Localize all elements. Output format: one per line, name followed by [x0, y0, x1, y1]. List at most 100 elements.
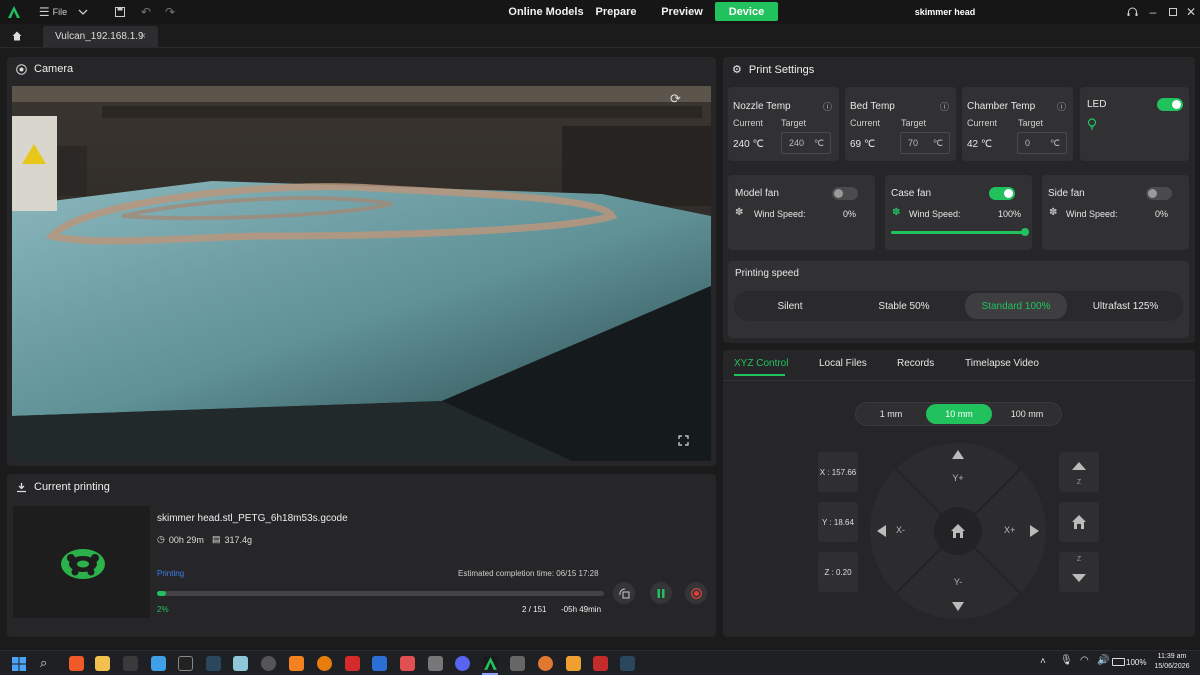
x-minus-label[interactable]: X-	[896, 525, 905, 535]
app-icon-5[interactable]	[372, 656, 387, 671]
epic-games-icon[interactable]	[178, 656, 193, 671]
case-fan-slider-thumb[interactable]	[1021, 228, 1029, 236]
nozzle-current-temp: 240 ℃	[733, 139, 764, 150]
z-up-button[interactable]: Z	[1059, 452, 1099, 492]
app-icon-8[interactable]	[538, 656, 553, 671]
app-icon-10[interactable]	[593, 656, 608, 671]
x-plus-arrow-icon[interactable]	[1028, 523, 1040, 539]
app-icon-7[interactable]	[510, 656, 525, 671]
nav-preview[interactable]: Preview	[656, 2, 708, 21]
battery-icon[interactable]	[1112, 658, 1125, 666]
speed-option-silent[interactable]: Silent	[737, 293, 843, 319]
step-100mm[interactable]: 100 mm	[995, 404, 1059, 424]
y-minus-arrow-icon[interactable]	[948, 600, 968, 612]
nav-device[interactable]: Device	[715, 2, 778, 21]
undo-icon[interactable]: ↶	[137, 0, 155, 24]
clock[interactable]: 11:39 am 15/06/2026	[1152, 652, 1192, 672]
remote-desktop-icon[interactable]	[233, 656, 248, 671]
x-minus-arrow-icon[interactable]	[876, 523, 888, 539]
chamber-temp-card: Chamber Temp ⓘ Current Target 42 ℃ 0 ℃	[962, 87, 1073, 161]
y-plus-label[interactable]: Y+	[940, 473, 976, 483]
wifi-icon[interactable]: ◠	[1080, 655, 1089, 666]
home-z-button[interactable]	[1059, 502, 1099, 542]
refresh-camera-icon[interactable]: ⟳	[670, 91, 686, 107]
info-icon[interactable]: ⓘ	[823, 100, 832, 113]
gimp-icon[interactable]	[428, 656, 443, 671]
maximize-icon[interactable]	[1166, 0, 1180, 24]
tab-records[interactable]: Records	[897, 358, 934, 369]
close-window-icon[interactable]: ✕	[1184, 0, 1198, 24]
led-toggle[interactable]	[1157, 98, 1183, 111]
wind-speed-label: Wind Speed:	[754, 209, 806, 219]
file-explorer-icon[interactable]	[95, 656, 110, 671]
app-icon-6[interactable]	[400, 656, 415, 671]
target-label: Target	[781, 118, 807, 128]
tab-local-files[interactable]: Local Files	[819, 358, 867, 369]
time-remaining: -05h 49min	[561, 605, 602, 614]
app-icon-9[interactable]	[566, 656, 581, 671]
headset-icon[interactable]	[1124, 0, 1140, 24]
gcode-file-name: skimmer head.stl_PETG_6h18m53s.gcode	[157, 513, 348, 524]
side-fan-toggle[interactable]	[1146, 187, 1172, 200]
chamber-target-input[interactable]: 0 ℃	[1017, 132, 1067, 154]
fullscreen-icon[interactable]	[678, 435, 689, 449]
pause-button[interactable]	[650, 582, 672, 604]
tray-chevron-icon[interactable]: ˄	[1040, 656, 1046, 667]
app-icon-1[interactable]	[123, 656, 138, 671]
stop-button[interactable]	[685, 582, 707, 604]
unit-label: ℃	[932, 137, 943, 148]
discord-icon[interactable]	[455, 656, 470, 671]
xy-joystick: Y+ Y- X- X+	[870, 443, 1046, 619]
home-icon[interactable]	[8, 24, 26, 48]
step-1mm[interactable]: 1 mm	[858, 404, 924, 424]
microphone-icon[interactable]: 🎙	[1060, 655, 1073, 666]
x-plus-label[interactable]: X+	[1004, 525, 1015, 535]
y-plus-arrow-icon[interactable]	[948, 449, 968, 463]
slicer-app-icon[interactable]	[483, 656, 498, 671]
blender-icon[interactable]	[317, 656, 332, 671]
app-icon-4[interactable]	[345, 656, 360, 671]
y-minus-label[interactable]: Y-	[940, 577, 976, 587]
bed-target-value: 70	[908, 138, 919, 148]
speed-option-ultrafast[interactable]: Ultrafast 125%	[1071, 293, 1180, 319]
speed-option-stable[interactable]: Stable 50%	[849, 293, 959, 319]
volume-icon[interactable]: 🔊	[1097, 655, 1109, 666]
steam-icon-2[interactable]	[620, 656, 635, 671]
step-10mm[interactable]: 10 mm	[926, 404, 992, 424]
nav-online-models[interactable]: Online Models	[508, 2, 584, 21]
info-icon[interactable]: ⓘ	[1057, 100, 1066, 113]
model-fan-toggle[interactable]	[832, 187, 858, 200]
file-menu[interactable]: ☰ File	[36, 0, 70, 24]
save-icon[interactable]	[111, 0, 129, 24]
vlc-icon[interactable]	[289, 656, 304, 671]
target-label: Target	[901, 118, 927, 128]
brave-browser-icon[interactable]	[69, 656, 84, 671]
speed-option-standard[interactable]: Standard 100%	[965, 293, 1067, 319]
case-fan-slider[interactable]	[891, 228, 1029, 236]
nav-prepare[interactable]: Prepare	[592, 2, 640, 21]
chevron-down-icon[interactable]	[74, 0, 92, 24]
app-icon-2[interactable]	[151, 656, 166, 671]
tab-timelapse-video[interactable]: Timelapse Video	[965, 358, 1039, 369]
camera-title: Camera	[34, 63, 74, 75]
case-fan-toggle[interactable]	[989, 187, 1015, 200]
tab-device-vulcan[interactable]: Vulcan_192.168.1.9 ×	[43, 26, 158, 47]
tab-xyz-control[interactable]: XYZ Control	[734, 358, 788, 369]
home-xy-button[interactable]	[934, 507, 982, 555]
tab-close-icon[interactable]: ×	[140, 31, 146, 42]
windows-start-icon[interactable]	[12, 657, 26, 671]
change-filament-button[interactable]	[613, 582, 635, 604]
side-fan-speed: 0%	[1155, 209, 1169, 219]
estimated-completion: Estimated completion time: 06/15 17:28	[458, 569, 599, 578]
z-down-button[interactable]: Z	[1059, 552, 1099, 592]
redo-icon[interactable]: ↷	[161, 0, 179, 24]
search-icon[interactable]: ⌕	[40, 655, 47, 671]
bed-target-input[interactable]: 70 ℃	[900, 132, 950, 154]
led-card: LED	[1080, 87, 1189, 161]
minimize-icon[interactable]: –	[1146, 0, 1160, 24]
steam-icon[interactable]	[206, 656, 221, 671]
current-label: Current	[967, 118, 998, 128]
info-icon[interactable]: ⓘ	[940, 100, 949, 113]
app-icon-3[interactable]	[261, 656, 276, 671]
nozzle-target-input[interactable]: 240 ℃	[781, 132, 831, 154]
